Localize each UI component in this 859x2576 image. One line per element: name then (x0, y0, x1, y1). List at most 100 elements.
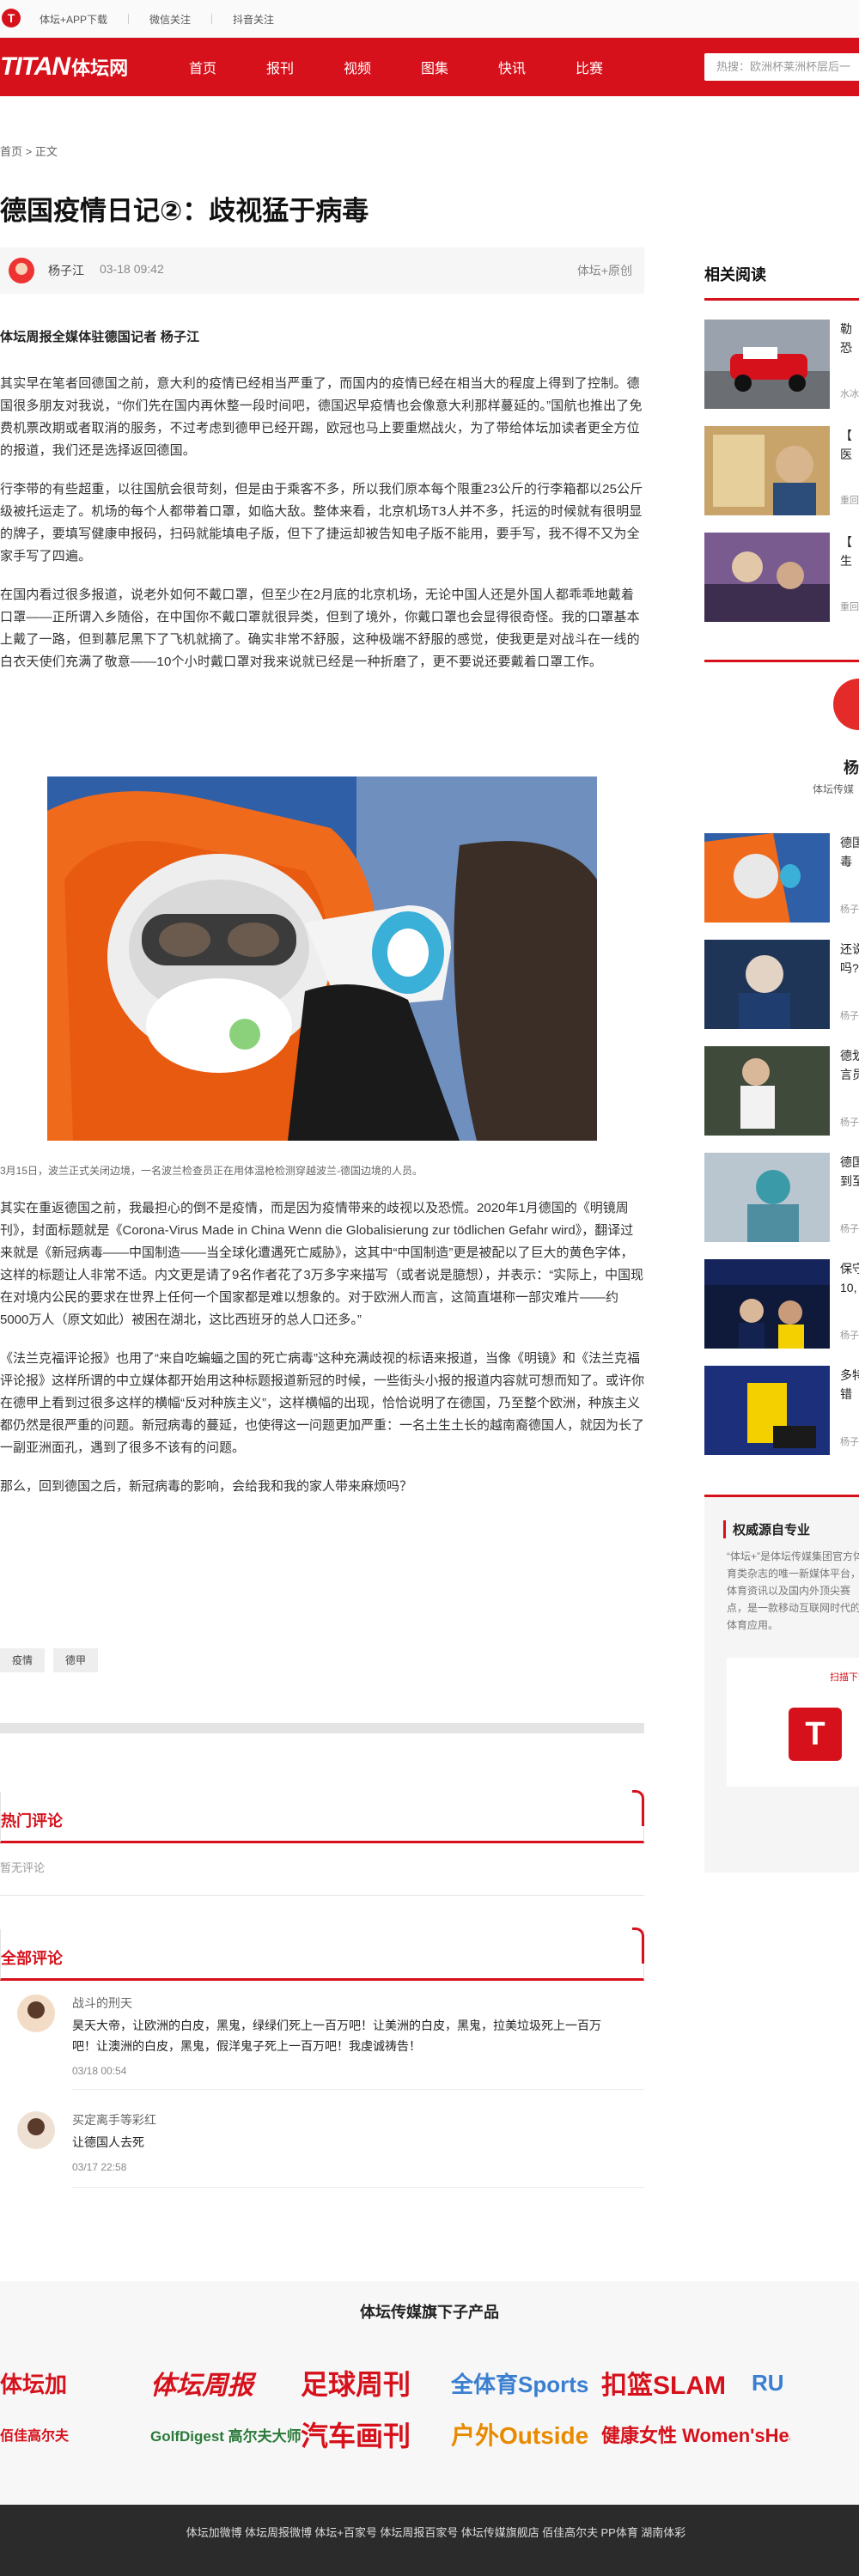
columnist-article[interactable]: 德国 到至 杨子 (704, 1153, 859, 1242)
commenter-name[interactable]: 战斗的刑天 (72, 1994, 132, 2012)
footer-link[interactable]: 佰佳高尔夫 (542, 2524, 598, 2540)
article-photo (47, 776, 597, 1141)
tag-epidemic[interactable]: 疫情 (0, 1648, 46, 1672)
brand-baijia-golf[interactable]: 佰佳高尔夫 (0, 2424, 150, 2445)
portrait-thumbnail (704, 940, 830, 1029)
authority-promo: 权威源自专业 “体坛+”是体坛传媒集团官方体育类杂志的唯一新媒体平台，体育资讯以… (704, 1495, 859, 1873)
medical-thumbnail (704, 426, 830, 515)
article-source: 体坛+原创 (576, 264, 632, 277)
section-corner-decoration (632, 1927, 644, 1964)
photo-caption: 3月15日，波兰正式关闭边境，一名波兰检查员正在用体温枪检测穿越波兰-德国边境的… (0, 1165, 423, 1177)
content-divider (0, 1723, 644, 1733)
publish-date: 03-18 09:42 (100, 262, 164, 276)
app-download-label: 体坛+APP下载 (40, 13, 108, 26)
footer-link[interactable]: 体坛加微博 (186, 2524, 242, 2540)
app-download-card[interactable]: 扫描下载 T (727, 1658, 859, 1787)
footer-link[interactable]: 湖南体彩 (641, 2524, 685, 2540)
brand-row: 佰佳高尔夫 GolfDigest 高尔夫大师 汽车画刊 户外Outside 健康… (0, 2409, 859, 2460)
article-meta: 杨子江 03-18 09:42 体坛+原创 (0, 247, 644, 294)
brand-runners[interactable]: RU (752, 2370, 795, 2396)
promo-top-border (704, 1495, 859, 1497)
brands-footer-title: 体坛传媒旗下子产品 (360, 2304, 499, 2321)
section-corner-decoration (632, 1790, 644, 1826)
columnist-org: 体坛传媒 (813, 783, 855, 795)
medical-thumbnail (704, 533, 830, 622)
commenter-name[interactable]: 买定离手等彩红 (72, 2111, 156, 2128)
paragraph: 在国内看过很多报道，说老外如何不戴口罩，但至少在2月底的北京机场，无论中国人还是… (0, 588, 640, 669)
comment-time: 03/18 00:54 (72, 2065, 127, 2077)
comment-item: 买定离手等彩红 让德国人去死 03/17 22:58 (0, 2111, 644, 2197)
related-item[interactable]: 【生 重回 (704, 533, 859, 622)
columnist-article-thumbnail (704, 1366, 830, 1455)
related-item[interactable]: 【医 重回 (704, 426, 859, 515)
douyin-follow-link[interactable]: 抖音关注 (233, 12, 274, 27)
columnist-article-source: 杨子 (840, 1224, 859, 1234)
hot-comments-label: 热门评论 (1, 1812, 63, 1830)
titan-app-icon: T (789, 1708, 842, 1761)
brand-football-weekly[interactable]: 足球周刊 (301, 2363, 451, 2402)
nav-item-matches[interactable]: 比赛 (576, 57, 653, 77)
no-comments-text: 暂无评论 (0, 1861, 46, 1874)
columnist-article[interactable]: 保守 10, 杨子 (704, 1259, 859, 1349)
brand-slam[interactable]: 扣篮SLAM (601, 2364, 752, 2402)
top-utility-bar: T 体坛+APP下载 微信关注 抖音关注 (0, 0, 859, 38)
nav-item-video[interactable]: 视频 (344, 57, 421, 77)
comment-item: 战斗的刑天 昊天大帝，让欧洲的白皮，黑鬼，绿绿们死上一百万吧！让美洲的白皮，黑鬼… (0, 1994, 644, 2090)
columnist-article-source: 杨子 (840, 1117, 859, 1128)
nav-item-publications[interactable]: 报刊 (266, 57, 344, 77)
breadcrumb[interactable]: 首页 > 正文 (0, 143, 58, 159)
columnist-avatar[interactable] (833, 679, 859, 730)
inspector-thumbnail (704, 833, 830, 923)
paragraph: 其实在重返德国之前，我最担心的倒不是疫情，而是因为疫情带来的歧视以及恐慌。202… (0, 1201, 644, 1327)
divider (128, 14, 130, 24)
brand-golf-digest[interactable]: GolfDigest 高尔夫大师 (150, 2424, 301, 2445)
authority-description: “体坛+”是体坛传媒集团官方体育类杂志的唯一新媒体平台，体育资讯以及国内外顶尖赛… (727, 1550, 859, 1631)
columnist-article[interactable]: 多特错 杨子 (704, 1366, 859, 1455)
nav-item-news-flash[interactable]: 快讯 (498, 57, 576, 77)
brand-auto-pictorial[interactable]: 汽车画刊 (301, 2415, 451, 2454)
brand-titan-weekly[interactable]: 体坛周报 (150, 2364, 301, 2402)
brand-womens-health[interactable]: 健康女性 Women'sHealth (601, 2421, 790, 2448)
columnist-article-thumbnail (704, 1153, 830, 1242)
columnist-article-thumbnail (704, 940, 830, 1029)
author-avatar[interactable] (9, 258, 34, 283)
divider (0, 1895, 644, 1896)
wechat-follow-link[interactable]: 微信关注 (149, 12, 191, 27)
nav-item-home[interactable]: 首页 (189, 57, 266, 77)
commenter-avatar[interactable] (17, 2111, 55, 2149)
inspector-photo-illustration (47, 776, 597, 1141)
tag-bundesliga[interactable]: 德甲 (53, 1648, 99, 1672)
divider (72, 2187, 644, 2188)
related-source: 重回 (840, 496, 859, 506)
brand-sports[interactable]: 全体育Sports (451, 2367, 601, 2399)
footer-link[interactable]: 体坛周报微博 (245, 2524, 312, 2540)
related-item[interactable]: 勒恐 水冰 (704, 320, 859, 409)
brand-outside[interactable]: 户外Outside (451, 2417, 601, 2451)
search-input[interactable]: 热搜：欧洲杯莱洲杯层后一 (704, 53, 859, 81)
footer-link[interactable]: 体坛周报百家号 (380, 2524, 458, 2540)
site-logo[interactable]: TITAN 体坛网 (0, 50, 128, 84)
footer-links: 体坛加微博 体坛周报微博 体坛+百家号 体坛周报百家号 体坛传媒旗舰店 佰佳高尔… (0, 2524, 859, 2540)
columnist-article-thumbnail (704, 833, 830, 923)
columnist-article-source: 杨子 (840, 1011, 859, 1021)
paragraph: 行李带的有些超重，以往国航会很苛刻，但是由于乘客不多，所以我们原本每个限重23公… (0, 482, 643, 563)
columnist-article-title: 德国毒 (840, 836, 859, 868)
titan-mini-logo[interactable]: T (2, 9, 21, 27)
columnist-article-source: 杨子 (840, 1437, 859, 1447)
footer-link[interactable]: PP体育 (601, 2524, 638, 2540)
nav-item-gallery[interactable]: 图集 (421, 57, 498, 77)
footer-link[interactable]: 体坛+百家号 (314, 2524, 377, 2540)
author-name[interactable]: 杨子江 (48, 262, 84, 279)
related-source: 水冰 (840, 389, 859, 399)
columnist-article[interactable]: 还说 吗? 杨子 (704, 940, 859, 1029)
columnist-article[interactable]: 德划 言员 杨子 (704, 1046, 859, 1136)
commenter-avatar[interactable] (17, 1994, 55, 2032)
brand-logos: 体坛加 体坛周报 足球周刊 全体育Sports 扣篮SLAM RU 佰佳高尔夫 … (0, 2357, 859, 2460)
section-divider (704, 660, 859, 662)
app-download-link[interactable]: 体坛+APP下载 (40, 12, 107, 27)
footer-link[interactable]: 体坛传媒旗舰店 (461, 2524, 539, 2540)
race-car-thumbnail (704, 320, 830, 409)
columnist-article[interactable]: 德国毒 杨子 (704, 833, 859, 923)
columnist-name[interactable]: 杨 (844, 756, 859, 778)
brand-titan-plus[interactable]: 体坛加 (0, 2367, 150, 2399)
